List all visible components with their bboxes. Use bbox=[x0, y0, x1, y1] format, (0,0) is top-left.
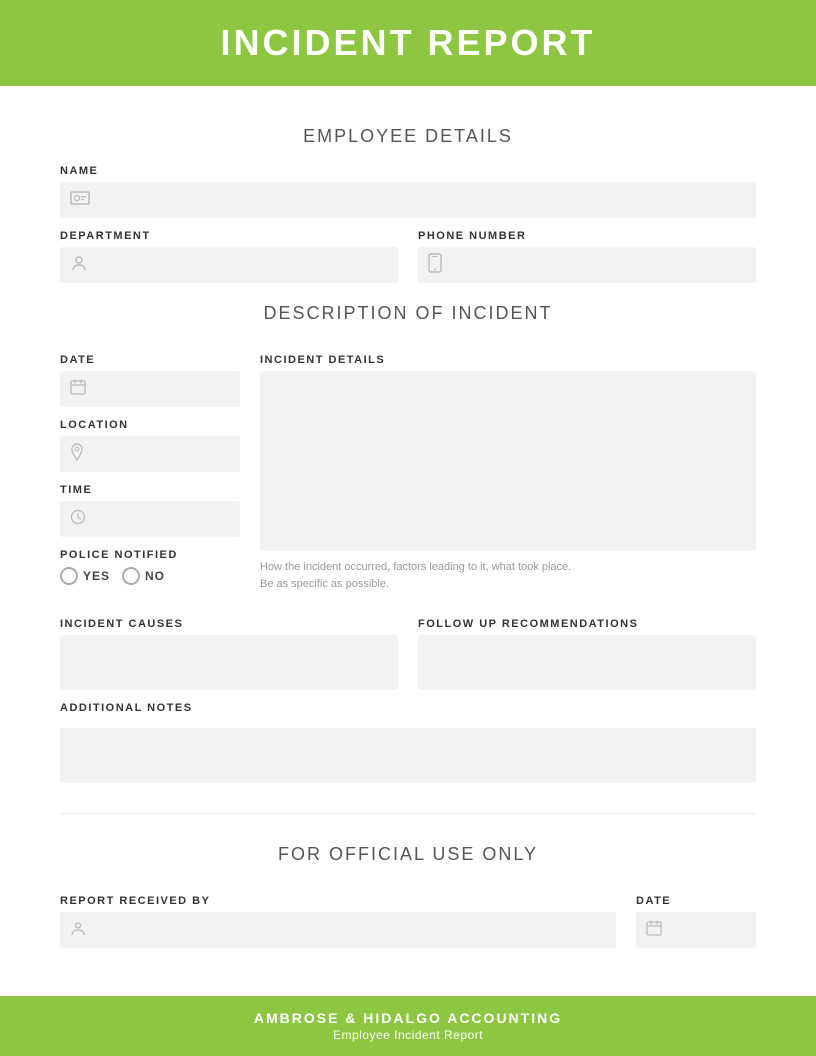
phone-col: PHONE NUMBER bbox=[418, 218, 756, 283]
yes-label: YES bbox=[83, 569, 110, 583]
page-header: INCIDENT REPORT bbox=[0, 0, 816, 86]
page-footer: AMBROSE & HIDALGO ACCOUNTING Employee In… bbox=[0, 996, 816, 1056]
main-content: EMPLOYEE DETAILS NAME DEPARTMENT bbox=[0, 86, 816, 996]
official-row: REPORT RECEIVED BY DATE bbox=[60, 883, 756, 948]
company-name: AMBROSE & HIDALGO ACCOUNTING bbox=[0, 1010, 816, 1026]
department-col: DEPARTMENT bbox=[60, 218, 398, 283]
official-date-col: DATE bbox=[636, 883, 756, 948]
follow-up-input[interactable] bbox=[418, 635, 756, 690]
causes-followup-row: INCIDENT CAUSES FOLLOW UP RECOMMENDATION… bbox=[60, 606, 756, 690]
official-date-input[interactable] bbox=[636, 912, 756, 948]
additional-notes-label: ADDITIONAL NOTES bbox=[60, 702, 756, 714]
incident-layout: DATE LOCATION bbox=[60, 342, 756, 592]
time-icon bbox=[70, 509, 86, 530]
location-input[interactable] bbox=[60, 436, 240, 472]
incident-causes-col: INCIDENT CAUSES bbox=[60, 606, 398, 690]
department-label: DEPARTMENT bbox=[60, 230, 398, 242]
date-input[interactable] bbox=[60, 371, 240, 407]
department-icon bbox=[70, 254, 88, 277]
employee-section-title: EMPLOYEE DETAILS bbox=[60, 126, 756, 147]
employee-section: EMPLOYEE DETAILS NAME DEPARTMENT bbox=[60, 126, 756, 283]
police-label: POLICE NOTIFIED bbox=[60, 549, 240, 561]
report-received-col: REPORT RECEIVED BY bbox=[60, 883, 616, 948]
page-title: INCIDENT REPORT bbox=[0, 22, 816, 64]
phone-icon bbox=[428, 253, 442, 278]
time-label: TIME bbox=[60, 484, 240, 496]
additional-notes-section: ADDITIONAL NOTES bbox=[60, 702, 756, 783]
name-icon bbox=[70, 190, 90, 211]
date-label: DATE bbox=[60, 354, 240, 366]
incident-left-col: DATE LOCATION bbox=[60, 342, 240, 592]
no-radio[interactable] bbox=[122, 567, 140, 585]
report-received-label: REPORT RECEIVED BY bbox=[60, 895, 616, 907]
police-row: YES NO bbox=[60, 567, 240, 585]
department-input[interactable] bbox=[60, 247, 398, 283]
location-label: LOCATION bbox=[60, 419, 240, 431]
incident-section-title: DESCRIPTION OF INCIDENT bbox=[60, 303, 756, 324]
official-section-title: FOR OFFICIAL USE ONLY bbox=[60, 844, 756, 865]
official-section: FOR OFFICIAL USE ONLY REPORT RECEIVED BY… bbox=[60, 813, 756, 948]
no-label: NO bbox=[145, 569, 165, 583]
footer-subtitle: Employee Incident Report bbox=[0, 1028, 816, 1042]
follow-up-label: FOLLOW UP RECOMMENDATIONS bbox=[418, 618, 756, 630]
location-icon bbox=[70, 443, 84, 466]
phone-input[interactable] bbox=[418, 247, 756, 283]
incident-section: DESCRIPTION OF INCIDENT DATE LOCAT bbox=[60, 303, 756, 783]
no-radio-label[interactable]: NO bbox=[122, 567, 165, 585]
time-input[interactable] bbox=[60, 501, 240, 537]
yes-radio[interactable] bbox=[60, 567, 78, 585]
incident-right-col: INCIDENT DETAILS How the incident occurr… bbox=[260, 342, 756, 592]
follow-up-col: FOLLOW UP RECOMMENDATIONS bbox=[418, 606, 756, 690]
report-received-icon bbox=[70, 920, 86, 941]
name-input[interactable] bbox=[60, 182, 756, 218]
phone-label: PHONE NUMBER bbox=[418, 230, 756, 242]
dept-phone-row: DEPARTMENT PHONE NUMBER bbox=[60, 218, 756, 283]
incident-details-label: INCIDENT DETAILS bbox=[260, 354, 756, 366]
report-received-input[interactable] bbox=[60, 912, 616, 948]
official-date-icon bbox=[646, 920, 662, 941]
incident-causes-input[interactable] bbox=[60, 635, 398, 690]
date-icon bbox=[70, 379, 86, 400]
incident-details-input[interactable] bbox=[260, 371, 756, 551]
incident-causes-label: INCIDENT CAUSES bbox=[60, 618, 398, 630]
incident-hint: How the incident occurred, factors leadi… bbox=[260, 559, 756, 592]
yes-radio-label[interactable]: YES bbox=[60, 567, 110, 585]
additional-notes-input[interactable] bbox=[60, 728, 756, 783]
official-date-label: DATE bbox=[636, 895, 756, 907]
name-label: NAME bbox=[60, 165, 756, 177]
